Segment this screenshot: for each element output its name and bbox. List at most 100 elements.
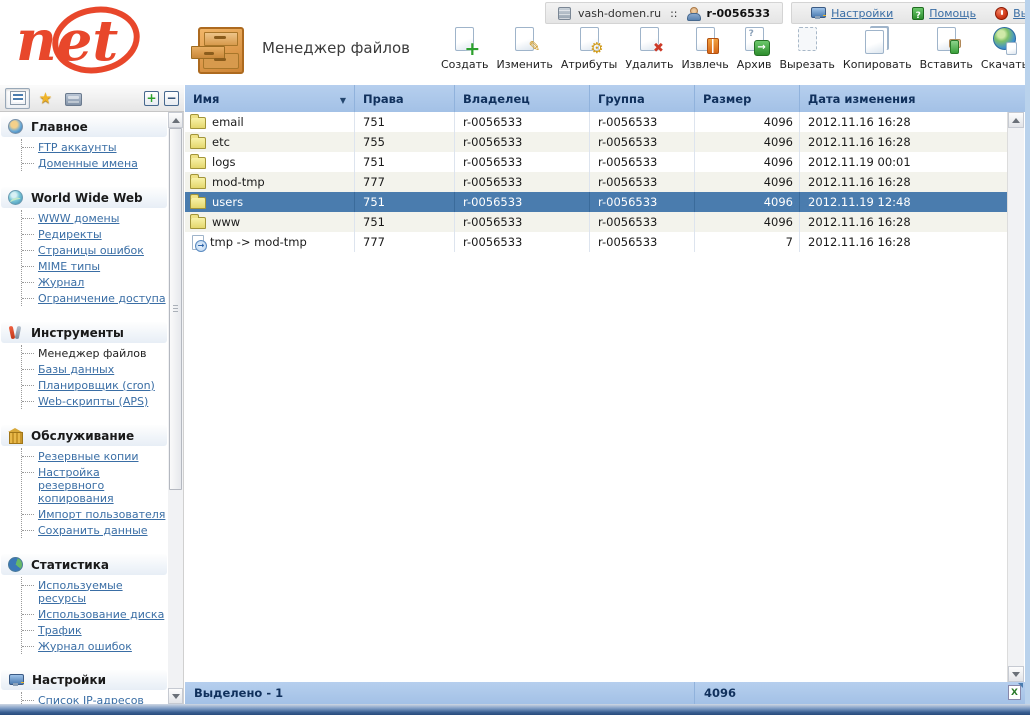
web-scripts-link[interactable]: Web-скрипты (APS) (38, 395, 148, 408)
databases-link[interactable]: Базы данных (38, 363, 114, 376)
cell-owner: r-0056533 (455, 132, 590, 152)
file-row-email[interactable]: email751r-0056533r-005653340962012.11.16… (185, 112, 1007, 132)
sidebar-list-item: Web-скрипты (APS) (22, 393, 168, 409)
access-restriction-link[interactable]: Ограничение доступа (38, 292, 166, 305)
col-group-header[interactable]: Группа (590, 85, 695, 112)
attributes-button[interactable]: Атрибуты (557, 27, 621, 71)
col-perms-header[interactable]: Права (355, 85, 455, 112)
file-row-www[interactable]: www751r-0056533r-005653340962012.11.16 1… (185, 212, 1007, 232)
tools-section-items: Менеджер файловБазы данныхПланировщик (c… (21, 345, 168, 409)
arrow-down-icon (172, 694, 180, 699)
tab-list-view[interactable] (5, 88, 30, 109)
tab-favorites[interactable] (33, 88, 58, 109)
sidebar-list-item: Используемые ресурсы (22, 577, 168, 606)
file-row-users[interactable]: users751r-0056533r-005653340962012.11.19… (185, 192, 1007, 212)
sidebar-list-item: Сохранить данные (22, 522, 168, 538)
cell-group: r-0056533 (590, 172, 695, 192)
disk-usage-link[interactable]: Использование диска (38, 608, 164, 621)
statistics-section-items: Используемые ресурсы Использование диска Т… (21, 577, 168, 654)
cell-size: 4096 (695, 152, 800, 172)
create-button[interactable]: Создать (437, 27, 493, 71)
expand-all-button[interactable]: + (144, 91, 159, 106)
section-title: Обслуживание (31, 429, 134, 443)
traffic-link[interactable]: Трафик (38, 624, 82, 637)
www-section-header[interactable]: World Wide Web (1, 187, 167, 208)
file-row-tmp-mod-tmp[interactable]: tmp -> mod-tmp777r-0056533r-005653372012… (185, 232, 1007, 252)
main-section-items: FTP аккаунты Доменные имена (21, 139, 168, 171)
file-row-mod-tmp[interactable]: mod-tmp777r-0056533r-005653340962012.11.… (185, 172, 1007, 192)
help-link[interactable]: Помощь (912, 7, 976, 20)
sidebar-list-item: Использование диска (22, 606, 168, 622)
col-size-header[interactable]: Размер (695, 85, 800, 112)
file-row-logs[interactable]: logs751r-0056533r-005653340962012.11.19 … (185, 152, 1007, 172)
favorites-star-icon (37, 90, 55, 107)
edit-button[interactable]: Изменить (493, 27, 557, 71)
page-title: Менеджер файлов (262, 39, 410, 57)
main-section-header[interactable]: Главное (1, 116, 167, 137)
sidebar-scrollbar[interactable] (168, 112, 184, 704)
download-button[interactable]: Скачать (977, 27, 1030, 71)
extract-button[interactable]: Извлечь (677, 27, 732, 71)
logo-text: net (16, 8, 118, 74)
sidebar-list-item: Планировщик (cron) (22, 377, 168, 393)
settings-section-header[interactable]: Настройки (1, 670, 167, 690)
sidebar-scroll-up-button[interactable] (168, 112, 183, 128)
sidebar-scroll-down-button[interactable] (168, 688, 183, 704)
used-resources-link[interactable]: Используемые ресурсы (38, 579, 168, 605)
col-date-header[interactable]: Дата изменения (800, 85, 1025, 112)
save-data-link[interactable]: Сохранить данные (38, 524, 148, 537)
www-domains-link[interactable]: WWW домены (38, 212, 119, 225)
tools-section-header[interactable]: Инструменты (1, 322, 167, 343)
cell-date: 2012.11.16 16:28 (800, 212, 1007, 232)
folder-icon (190, 137, 206, 149)
journal-link[interactable]: Журнал (38, 276, 84, 289)
error-log-link[interactable]: Журнал ошибок (38, 640, 132, 653)
folder-icon (190, 177, 206, 189)
error-pages-link[interactable]: Страницы ошибок (38, 244, 144, 257)
ftp-accounts-link[interactable]: FTP аккаунты (38, 141, 117, 154)
ip-list-link[interactable]: Список IP-адресов (38, 694, 144, 705)
file-row-etc[interactable]: etc755r-0056533r-005653340962012.11.16 1… (185, 132, 1007, 152)
tools-section: ИнструментыМенеджер файловБазы данныхПла… (0, 322, 168, 409)
user-import-link[interactable]: Импорт пользователя (38, 508, 165, 521)
settings-link[interactable]: Настройки (810, 7, 893, 20)
cron-scheduler-link[interactable]: Планировщик (cron) (38, 379, 155, 392)
archive-button[interactable]: Архив (733, 27, 776, 71)
maintenance-section-header[interactable]: Обслуживание (1, 425, 167, 446)
paste-button[interactable]: Вставить (916, 27, 977, 71)
collapse-all-button[interactable]: − (164, 91, 179, 106)
col-owner-header[interactable]: Владелец (455, 85, 590, 112)
cell-perms: 777 (355, 232, 455, 252)
settings-link-label: Настройки (831, 7, 893, 20)
sidebar-list-item: Импорт пользователя (22, 506, 168, 522)
page-glyph (937, 27, 956, 51)
copy-button[interactable]: Копировать (839, 27, 916, 71)
sidebar-scroll-thumb[interactable] (169, 128, 182, 490)
archive-button-label: Архив (737, 58, 772, 71)
file-list-scroll-up-button[interactable] (1008, 112, 1024, 128)
col-name-header[interactable]: Имя (185, 85, 355, 112)
server-icon (558, 7, 571, 20)
column-label: Владелец (463, 92, 530, 106)
mime-types-link[interactable]: MIME типы (38, 260, 100, 273)
file-list-scroll-down-button[interactable] (1008, 666, 1024, 682)
copy-button-label: Копировать (843, 58, 912, 71)
tab-collection[interactable] (61, 88, 86, 109)
cut-button[interactable]: Вырезать (775, 27, 838, 71)
backup-settings-link[interactable]: Настройка резервного копирования (38, 466, 168, 505)
redirects-link[interactable]: Редиректы (38, 228, 102, 241)
delete-button[interactable]: Удалить (621, 27, 677, 71)
cell-name: www (185, 212, 355, 232)
backups-link[interactable]: Резервные копии (38, 450, 139, 463)
file-list-scrollbar[interactable] (1007, 112, 1024, 682)
statistics-section-header[interactable]: Статистика (1, 554, 167, 575)
edit-button-label: Изменить (497, 58, 553, 71)
file-table-body: email751r-0056533r-005653340962012.11.16… (185, 112, 1007, 252)
excel-export-icon[interactable] (1008, 685, 1021, 700)
sidebar-list-item: MIME типы (22, 258, 168, 274)
domain-names-link[interactable]: Доменные имена (38, 157, 138, 170)
cell-size: 4096 (695, 112, 800, 132)
cell-owner: r-0056533 (455, 232, 590, 252)
cell-perms: 751 (355, 212, 455, 232)
cell-name: tmp -> mod-tmp (185, 232, 355, 252)
